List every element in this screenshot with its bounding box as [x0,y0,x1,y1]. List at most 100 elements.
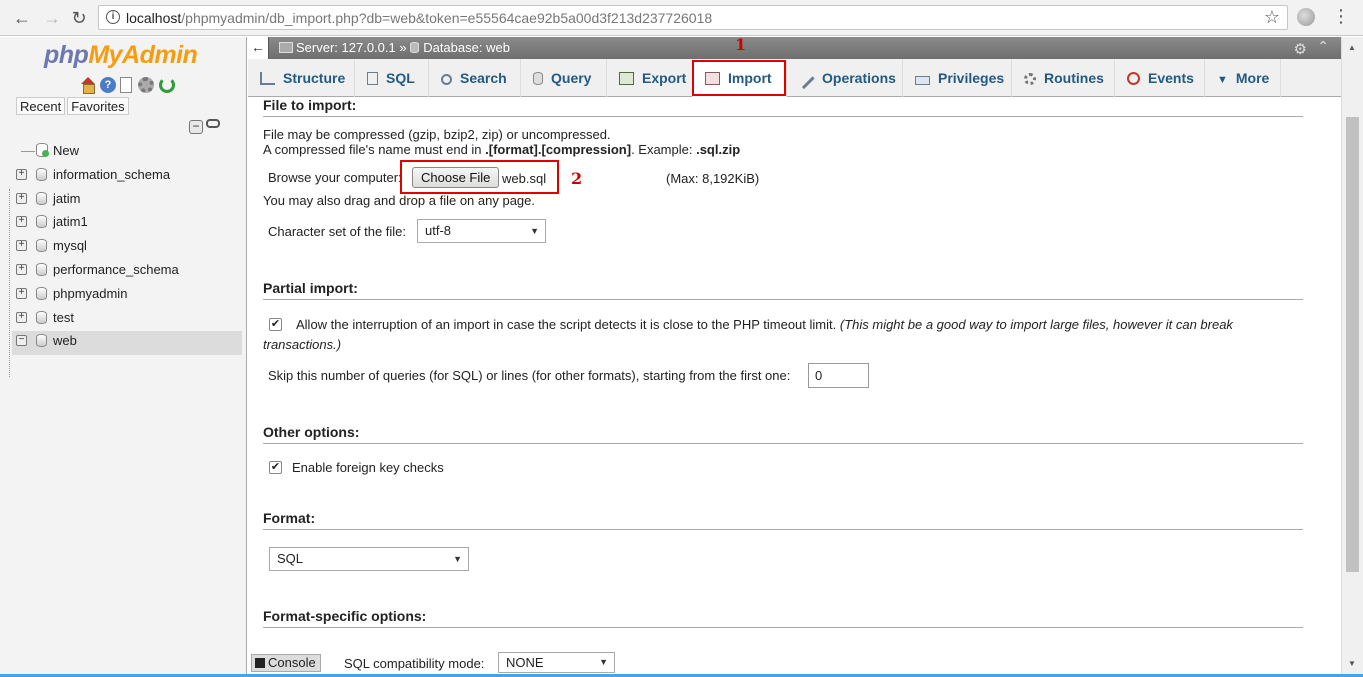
collapse-icon[interactable]: − [16,335,27,347]
navigation-panel: phpMyAdmin ? Recent Favorites − New + inf… [0,37,247,677]
expand-icon[interactable]: + [16,240,27,252]
tab-privileges[interactable]: Privileges [903,59,1012,97]
favorites-button[interactable]: Favorites [67,97,129,115]
home-icon[interactable] [80,77,96,94]
tree-item-jatim[interactable]: + jatim [12,189,242,213]
section-title-format-specific: Format-specific options: [263,608,1303,628]
scroll-down-arrow-icon[interactable]: ▼ [1348,659,1356,668]
format-select[interactable]: SQL ▼ [269,547,469,571]
expand-icon[interactable]: + [16,263,27,275]
structure-icon [260,72,275,85]
search-icon [441,74,452,85]
tab-routines[interactable]: Routines [1012,59,1115,97]
forward-arrow-icon[interactable]: → [40,6,64,30]
reload-navigation-icon[interactable] [159,77,175,93]
tree-item-phpmyadmin[interactable]: + phpmyadmin [12,284,242,308]
allow-interrupt-label: Allow the interruption of an import in c… [296,317,1233,332]
expand-icon[interactable]: + [16,216,27,228]
info-icon[interactable]: i [106,10,120,24]
note-prefix: A compressed file's name must end in [263,142,486,157]
phpmyadmin-logo[interactable]: phpMyAdmin [44,41,198,70]
tree-item-label: test [53,309,74,325]
routines-icon [1024,73,1036,85]
logo-myadmin: MyAdmin [88,41,198,69]
expand-icon[interactable]: + [16,168,27,180]
tree-item-label: performance_schema [53,261,179,277]
back-arrow-icon[interactable]: ← [10,6,34,30]
logo-php: php [44,41,89,69]
clock-icon [1127,72,1140,85]
url-text[interactable]: localhost/phpmyadmin/db_import.php?db=we… [126,10,712,26]
annotation-box-import [692,60,786,96]
tab-export[interactable]: Export [607,59,693,97]
tab-sql[interactable]: SQL [355,59,429,97]
console-toggle-button[interactable]: Console [251,654,321,672]
expand-icon[interactable]: + [16,287,27,299]
help-icon[interactable]: ? [100,77,116,93]
console-icon [255,658,265,668]
expand-icon[interactable]: + [16,311,27,323]
tab-search[interactable]: Search [429,59,521,97]
skip-queries-input[interactable]: 0 [808,363,869,388]
bookmark-star-icon[interactable]: ☆ [1264,7,1280,28]
charset-select[interactable]: utf-8 ▼ [417,219,546,243]
settings-gear-icon[interactable] [138,77,154,93]
documentation-icon[interactable] [120,77,132,93]
tree-item-web[interactable]: − web [12,331,242,356]
wrench-icon [798,72,815,90]
expand-icon[interactable]: + [16,192,27,204]
address-bar[interactable]: i localhost/phpmyadmin/db_import.php?db=… [98,5,1288,30]
top-menu-tabs: Structure SQL Search Query Export Import… [248,59,1341,97]
link-with-main-icon[interactable] [206,119,220,128]
tree-item-test[interactable]: + test [12,308,242,332]
url-host: localhost [126,10,182,26]
tab-label: Search [460,70,507,86]
max-upload-size: (Max: 8,192KiB) [666,171,760,186]
database-icon [36,334,47,348]
tree-item-mysql[interactable]: + mysql [12,236,242,260]
tree-item-new[interactable]: New [12,141,242,165]
page-settings-gear-icon[interactable]: ⚙ [1294,40,1307,58]
sql-compat-value: NONE [506,655,544,670]
annotation-number-1: 1 [735,35,747,54]
tree-item-label: jatim [53,190,81,206]
browser-menu-icon[interactable]: ⋮ [1332,6,1350,26]
sql-compat-label: SQL compatibility mode: [344,656,485,671]
console-label: Console [268,655,316,670]
page-scrollbar[interactable]: ▲ ▼ [1341,37,1363,677]
recent-favorites: Recent Favorites [16,97,131,115]
recent-button[interactable]: Recent [16,97,66,115]
breadcrumb-database[interactable]: Database: web [423,40,510,55]
tree-item-label: phpmyadmin [53,285,128,301]
tab-operations[interactable]: Operations [787,59,903,97]
tab-events[interactable]: Events [1115,59,1205,97]
foreign-key-checks-checkbox[interactable]: ✔ [269,461,282,474]
tree-item-jatim1[interactable]: + jatim1 [12,212,242,236]
database-icon [36,239,47,253]
sql-compat-select[interactable]: NONE ▼ [498,652,615,673]
database-icon [36,262,47,276]
collapse-nav-arrow-icon[interactable]: ← [248,37,269,59]
tab-more[interactable]: ▼ More [1205,59,1281,97]
tab-label: Query [551,70,592,86]
tab-structure[interactable]: Structure [248,59,355,97]
url-path: /phpmyadmin/db_import.php?db=web&token=e… [181,10,713,26]
tree-item-performance-schema[interactable]: + performance_schema [12,260,242,284]
extension-icon[interactable] [1297,8,1315,26]
format-value: SQL [277,551,304,566]
tree-item-information-schema[interactable]: + information_schema [12,165,242,189]
breadcrumb-server[interactable]: Server: 127.0.0.1 » [296,40,407,55]
tree-item-label: web [53,333,77,349]
scrollbar-thumb[interactable] [1346,117,1359,572]
charset-value: utf-8 [425,223,452,238]
tab-query[interactable]: Query [521,59,607,97]
database-icon [36,286,47,300]
note-mid: . Example: [631,142,697,157]
collapse-top-menu-icon[interactable]: ⌃ [1317,38,1329,55]
collapse-all-icon[interactable]: − [189,120,203,134]
scroll-up-arrow-icon[interactable]: ▲ [1348,43,1356,52]
tab-label: SQL [386,70,415,86]
allow-interrupt-checkbox[interactable]: ✔ [269,318,282,331]
dropdown-arrow-icon: ▼ [530,226,539,236]
reload-icon[interactable]: ↻ [67,6,91,30]
